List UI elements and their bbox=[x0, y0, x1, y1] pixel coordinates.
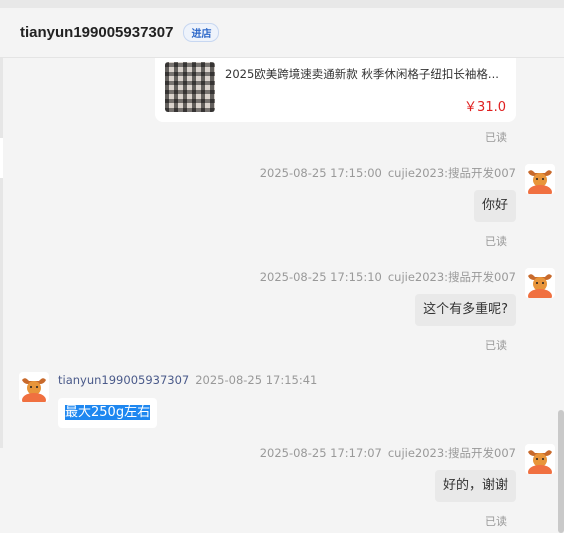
cow-avatar-icon[interactable] bbox=[525, 268, 555, 298]
read-status: 已读 bbox=[485, 339, 507, 352]
message-sender: cujie2023:搜品开发007 bbox=[387, 166, 516, 180]
message-bubble[interactable]: 好的，谢谢 bbox=[434, 470, 516, 502]
message-time: 2025-08-25 17:15:10 bbox=[259, 270, 382, 284]
message-bubble[interactable]: 最大250g左右 bbox=[58, 398, 158, 428]
read-status: 已读 bbox=[485, 131, 507, 144]
cow-avatar-icon[interactable] bbox=[525, 164, 555, 194]
message-sender: tianyun199005937307 bbox=[58, 373, 190, 387]
read-status: 已读 bbox=[485, 515, 507, 528]
message-meta: 2025-08-25 17:15:10 cujie2023:搜品开发007 bbox=[260, 269, 516, 285]
product-card[interactable]: 2025欧美跨境速卖通新款 秋季休闲格子纽扣长袖格... ￥31.0 bbox=[155, 58, 516, 122]
message-meta: tianyun199005937307 2025-08-25 17:15:41 bbox=[58, 373, 317, 387]
chat-header: tianyun199005937307 进店 bbox=[0, 8, 564, 58]
cow-avatar-icon[interactable] bbox=[19, 372, 49, 402]
message-bubble[interactable]: 你好 bbox=[473, 190, 516, 222]
message-time: 2025-08-25 17:15:41 bbox=[195, 373, 318, 387]
message-text-selected[interactable]: 最大250g左右 bbox=[65, 405, 151, 420]
chat-title: tianyun199005937307 bbox=[20, 24, 174, 41]
message-time: 2025-08-25 17:15:00 bbox=[259, 166, 382, 180]
read-status: 已读 bbox=[485, 235, 507, 248]
left-panel-edge bbox=[0, 58, 3, 448]
message-sender: cujie2023:搜品开发007 bbox=[387, 270, 516, 284]
message-meta: 2025-08-25 17:15:00 cujie2023:搜品开发007 bbox=[260, 165, 516, 181]
window-top-strip bbox=[0, 0, 564, 8]
product-price: ￥31.0 bbox=[464, 100, 506, 115]
cow-avatar-icon[interactable] bbox=[525, 444, 555, 474]
enter-shop-button[interactable]: 进店 bbox=[183, 23, 220, 42]
product-image[interactable] bbox=[165, 62, 215, 112]
product-title[interactable]: 2025欧美跨境速卖通新款 秋季休闲格子纽扣长袖格... bbox=[225, 66, 507, 82]
message-sender: cujie2023:搜品开发007 bbox=[387, 446, 516, 460]
message-time: 2025-08-25 17:17:07 bbox=[259, 446, 382, 460]
message-bubble[interactable]: 这个有多重呢? bbox=[415, 294, 516, 326]
chat-scrollbar[interactable] bbox=[558, 410, 564, 533]
message-meta: 2025-08-25 17:17:07 cujie2023:搜品开发007 bbox=[260, 445, 516, 461]
